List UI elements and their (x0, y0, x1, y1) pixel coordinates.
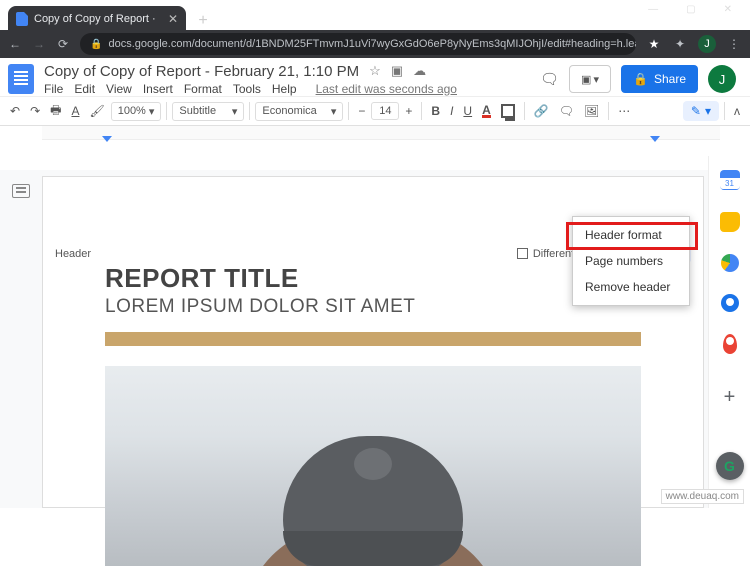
menu-insert[interactable]: Insert (143, 82, 173, 96)
paint-format-button[interactable]: 🖌 (85, 101, 108, 121)
address-bar: ← → ⟳ 🔒 docs.google.com/document/d/1BNDM… (0, 30, 750, 58)
paragraph-style-select[interactable]: Subtitle▾ (172, 102, 244, 121)
browser-tab[interactable]: Copy of Copy of Report · ✕ (8, 6, 186, 32)
font-size-increase[interactable]: + (401, 101, 416, 121)
meet-icon: ▣ (581, 73, 591, 86)
redo-button[interactable]: ↷ (26, 101, 44, 121)
left-indent-marker[interactable] (102, 136, 112, 142)
side-panel: + G › (708, 156, 750, 508)
chevron-down-icon: ▾ (149, 105, 155, 118)
share-button[interactable]: 🔒 Share (621, 65, 698, 93)
right-indent-marker[interactable] (650, 136, 660, 142)
share-label: Share (654, 72, 686, 86)
document-h2[interactable]: LOREM IPSUM DOLOR SIT AMET (105, 296, 641, 318)
chevron-down-icon: ▾ (593, 73, 599, 86)
share-lock-icon: 🔒 (633, 72, 648, 86)
insert-comment-button[interactable]: 🗨 (555, 101, 578, 121)
tab-close-icon[interactable]: ✕ (168, 12, 178, 26)
divider-bar (105, 332, 641, 346)
undo-button[interactable]: ↶ (6, 101, 24, 121)
menu-edit[interactable]: Edit (74, 82, 95, 96)
header-options-dropdown: Header format Page numbers Remove header (572, 216, 690, 306)
insert-image-button[interactable]: 🖼 (580, 101, 603, 121)
tab-title: Copy of Copy of Report · (34, 13, 162, 25)
menu-format[interactable]: Format (184, 82, 222, 96)
menu-item-remove-header[interactable]: Remove header (573, 274, 689, 300)
editing-mode-button[interactable]: ✎ ▾ (683, 101, 719, 121)
extensions-icon[interactable]: ✦ (672, 36, 688, 52)
account-avatar[interactable]: J (708, 65, 736, 93)
document-image[interactable] (105, 366, 641, 566)
text-color-button[interactable]: A (478, 102, 495, 121)
spellcheck-button[interactable]: A (67, 101, 83, 121)
profile-badge[interactable]: J (698, 35, 716, 53)
last-edit-label[interactable]: Last edit was seconds ago (316, 82, 457, 96)
font-size-input[interactable]: 14 (371, 102, 399, 120)
menu-item-page-numbers[interactable]: Page numbers (573, 248, 689, 274)
browser-menu-icon[interactable]: ⋮ (726, 36, 742, 52)
url-text: docs.google.com/document/d/1BNDM25FTmvmJ… (108, 38, 636, 50)
zoom-select[interactable]: 100%▾ (111, 102, 162, 121)
move-icon[interactable]: ▣ (391, 63, 403, 79)
pencil-icon: ✎ (691, 104, 701, 118)
insert-link-button[interactable]: 🔗 (530, 101, 553, 121)
menu-view[interactable]: View (106, 82, 132, 96)
cloud-saved-icon: ☁ (413, 63, 426, 79)
calendar-icon[interactable] (720, 170, 740, 190)
keep-icon[interactable] (720, 212, 740, 232)
reload-icon[interactable]: ⟳ (56, 37, 70, 51)
watermark-label: www.deuaq.com (661, 489, 744, 504)
grammarly-icon[interactable]: G (716, 452, 744, 480)
show-outline-button[interactable] (12, 184, 30, 198)
document-body[interactable]: REPORT TITLE LOREM IPSUM DOLOR SIT AMET (105, 263, 641, 566)
forward-icon[interactable]: → (32, 37, 46, 51)
menu-file[interactable]: File (44, 82, 63, 96)
menu-tools[interactable]: Tools (233, 82, 261, 96)
header-label: Header (55, 248, 517, 260)
lock-icon: 🔒 (90, 39, 102, 50)
tasks-icon[interactable] (721, 254, 739, 272)
hide-menus-button[interactable]: ʌ (730, 101, 744, 121)
star-icon[interactable]: ☆ (369, 63, 381, 79)
meet-button[interactable]: ▣▾ (569, 65, 611, 93)
toolbar: ↶ ↷ 🖶 A 🖌 100%▾ Subtitle▾ Economica▾ − 1… (0, 96, 750, 126)
back-icon[interactable]: ← (8, 37, 22, 51)
document-title[interactable]: Copy of Copy of Report - February 21, 1:… (44, 63, 359, 80)
new-tab-button[interactable]: + (192, 10, 214, 32)
highlight-color-button[interactable] (497, 101, 519, 121)
docs-header: Copy of Copy of Report - February 21, 1:… (0, 58, 750, 96)
bookmark-star-icon[interactable]: ★ (646, 36, 662, 52)
chevron-down-icon: ▾ (705, 104, 711, 118)
italic-button[interactable]: I (446, 101, 457, 121)
chevron-down-icon: ▾ (232, 105, 238, 118)
font-select[interactable]: Economica▾ (255, 102, 343, 121)
docs-logo-icon[interactable] (8, 64, 34, 94)
menu-bar: File Edit View Insert Format Tools Help … (44, 82, 457, 96)
more-tools-button[interactable]: ⋯ (614, 101, 632, 121)
bold-button[interactable]: B (427, 101, 444, 121)
horizontal-ruler[interactable] (42, 126, 720, 140)
add-addon-button[interactable]: + (724, 386, 736, 409)
tab-bar: Copy of Copy of Report · ✕ + (0, 4, 750, 32)
url-input[interactable]: 🔒 docs.google.com/document/d/1BNDM25FTmv… (80, 33, 636, 55)
menu-item-header-format[interactable]: Header format (573, 222, 689, 248)
contacts-icon[interactable] (721, 294, 739, 312)
comments-icon[interactable]: 🗨 (540, 70, 559, 88)
menu-help[interactable]: Help (272, 82, 297, 96)
font-size-decrease[interactable]: − (354, 101, 369, 121)
chevron-down-icon: ▾ (331, 105, 337, 118)
print-button[interactable]: 🖶 (46, 98, 65, 125)
underline-button[interactable]: U (459, 101, 476, 121)
checkbox-icon (517, 248, 528, 259)
document-h1[interactable]: REPORT TITLE (105, 263, 641, 294)
docs-favicon-icon (16, 12, 28, 26)
maps-icon[interactable] (723, 334, 737, 354)
